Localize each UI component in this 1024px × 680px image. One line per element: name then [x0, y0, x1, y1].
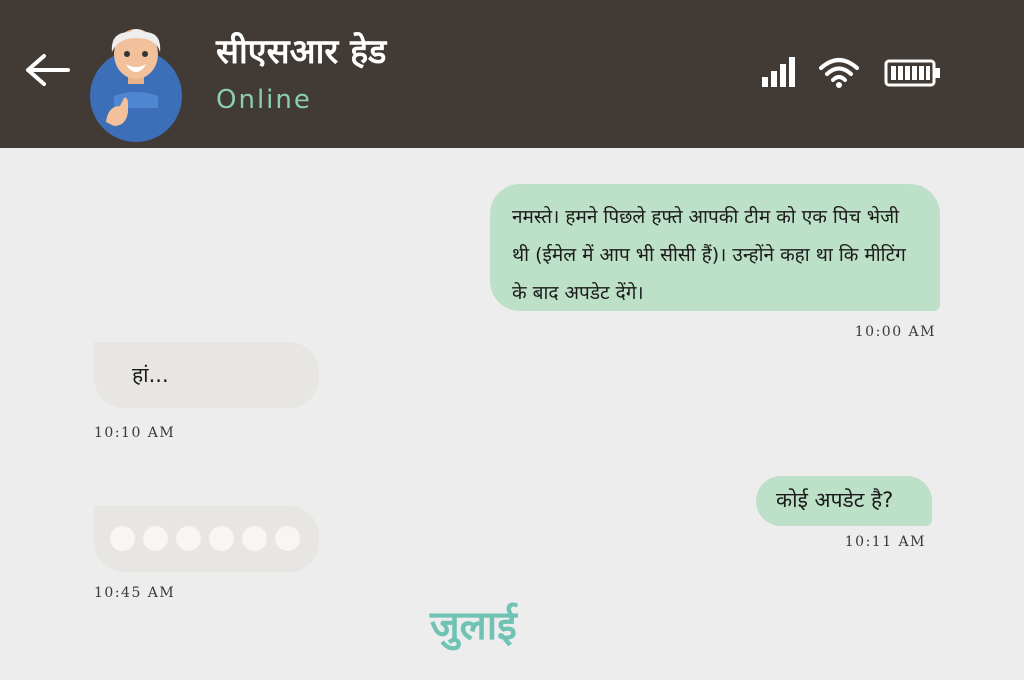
- message-bubble-incoming[interactable]: हां...: [94, 342, 319, 408]
- message-timestamp: 10:00 AM: [854, 324, 936, 340]
- typing-dot: [209, 526, 234, 551]
- contact-avatar[interactable]: [86, 26, 186, 142]
- message-bubble-outgoing[interactable]: नमस्ते। हमने पिछले हफ्ते आपकी टीम को एक …: [490, 184, 940, 311]
- typing-dot: [143, 526, 168, 551]
- arrow-left-icon[interactable]: [20, 50, 72, 90]
- typing-dots: [110, 526, 308, 552]
- message-bubble-outgoing[interactable]: कोई अपडेट है?: [756, 476, 932, 526]
- typing-dot: [110, 526, 135, 551]
- message-timestamp: 10:10 AM: [94, 425, 176, 441]
- battery-icon: [884, 58, 942, 88]
- chat-header: सीएसआर हेड Online: [0, 0, 1024, 148]
- message-timestamp: 10:11 AM: [844, 534, 926, 550]
- typing-dot: [176, 526, 201, 551]
- signal-icon: [762, 55, 798, 87]
- typing-indicator-bubble: [94, 506, 319, 572]
- message-timestamp: 10:45 AM: [94, 585, 176, 601]
- typing-dot: [242, 526, 267, 551]
- online-status: Online: [216, 85, 312, 115]
- typing-dot: [275, 526, 300, 551]
- wifi-icon: [818, 56, 860, 88]
- contact-name[interactable]: सीएसआर हेड: [216, 30, 386, 74]
- month-label: जुलाई: [430, 603, 517, 649]
